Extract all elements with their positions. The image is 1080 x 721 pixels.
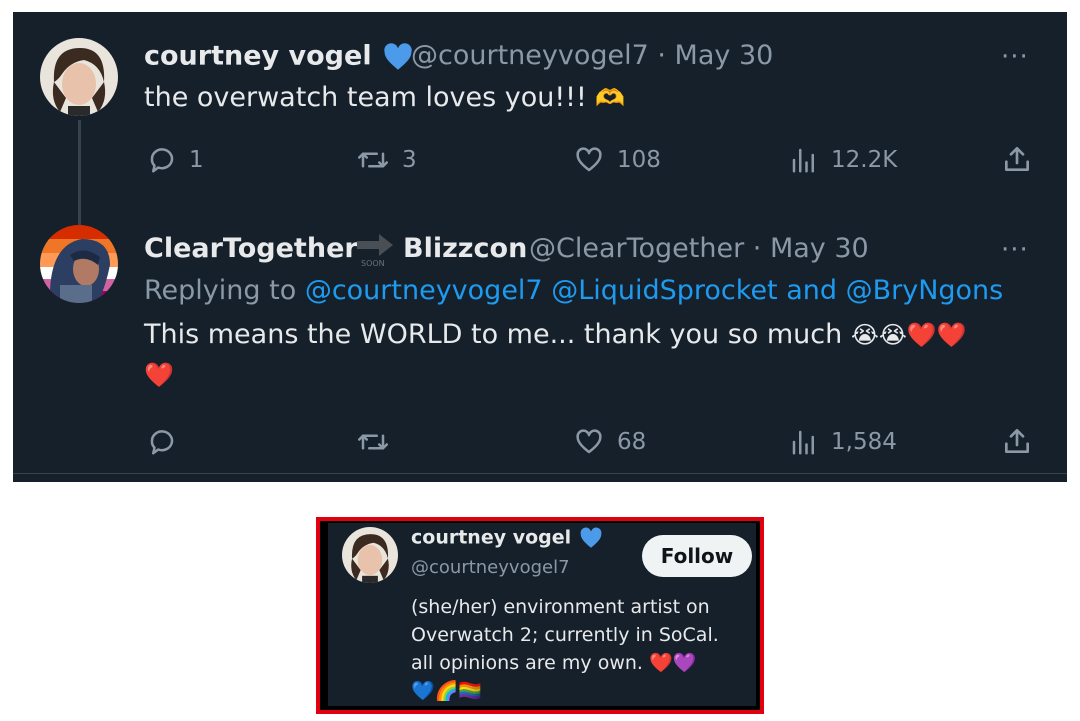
replying-prefix: Replying to xyxy=(144,275,297,306)
divider xyxy=(13,473,1067,474)
tweet-thread: courtney vogel @courtneyvogel7 · May 30 … xyxy=(13,12,1067,482)
more-icon[interactable]: ··· xyxy=(1001,235,1029,265)
reply-mentions[interactable]: @courtneyvogel7 @LiquidSprocket and @Bry… xyxy=(305,275,1003,306)
handle-text: @courtneyvogel7 xyxy=(411,40,649,71)
bio-line-text: all opinions are my own. xyxy=(411,652,643,674)
author-name-text: ClearTogether xyxy=(144,233,358,264)
retweet-button[interactable]: 3 xyxy=(356,145,417,175)
tweet-text: This means the WORLD to me... thank you … xyxy=(144,319,967,350)
verified-icon xyxy=(384,43,412,70)
views-count: 12.2K xyxy=(831,147,898,173)
profile-name[interactable]: courtney vogel xyxy=(411,525,604,551)
like-count: 68 xyxy=(617,429,647,455)
profile-handle[interactable]: @courtneyvogel7 xyxy=(411,557,570,578)
like-button[interactable]: 108 xyxy=(573,145,661,175)
share-button[interactable] xyxy=(1001,143,1033,175)
bio-line: (she/her) environment artist on xyxy=(411,596,710,618)
emoji-row: 😭😭❤️❤️ xyxy=(850,321,967,349)
tweet-1[interactable]: courtney vogel @courtneyvogel7 · May 30 … xyxy=(13,12,1067,217)
author-name[interactable]: ClearTogether xyxy=(144,233,358,264)
bio-hearts-emoji: ❤️💜 xyxy=(648,652,697,674)
reply-button[interactable] xyxy=(147,427,189,457)
avatar[interactable] xyxy=(40,225,118,303)
more-icon[interactable]: ··· xyxy=(1001,42,1029,72)
soon-arrow-badge: SOON xyxy=(355,231,395,269)
tweet-date[interactable]: · May 30 xyxy=(753,233,869,264)
author-handle[interactable]: @courtneyvogel7 · May 30 xyxy=(411,40,773,71)
like-count: 108 xyxy=(617,147,661,173)
reply-count: 1 xyxy=(189,147,204,173)
soon-label: SOON xyxy=(361,259,385,268)
reply-icon xyxy=(150,430,174,455)
bio-emoji-row: 💙🌈🏳️‍🌈 xyxy=(411,680,482,702)
profile-card: courtney vogel @courtneyvogel7 Follow (s… xyxy=(316,517,764,714)
bio-line: Overwatch 2; currently in SoCal. xyxy=(411,624,719,646)
profile-avatar[interactable] xyxy=(342,527,398,583)
bio-line-3: all opinions are my own. ❤️💜 xyxy=(411,649,741,677)
replying-to: Replying to @courtneyvogel7 @LiquidSproc… xyxy=(144,275,1003,306)
retweet-icon xyxy=(358,152,388,168)
follow-button[interactable]: Follow xyxy=(642,535,752,577)
share-button[interactable] xyxy=(1001,425,1033,457)
profile-card-inner: courtney vogel @courtneyvogel7 Follow (s… xyxy=(328,523,756,706)
retweet-icon xyxy=(358,434,388,450)
like-button[interactable]: 68 xyxy=(573,427,646,457)
tweet-text: the overwatch team loves you!!! 🫶 xyxy=(144,82,625,113)
author-name[interactable]: courtney vogel xyxy=(144,40,415,74)
author-name-text: courtney vogel xyxy=(144,40,372,72)
views-button[interactable]: 12.2K xyxy=(789,145,897,175)
author-handle[interactable]: @ClearTogether · May 30 xyxy=(529,233,869,264)
avatar[interactable] xyxy=(40,38,118,116)
handle-text: @ClearTogether xyxy=(529,233,745,264)
tweet-text-line2: ❤️ xyxy=(144,361,174,389)
profile-bio: (she/her) environment artist on Overwatc… xyxy=(411,593,741,705)
share-icon xyxy=(1005,147,1029,171)
tweet-date[interactable]: · May 30 xyxy=(657,40,773,71)
reply-icon xyxy=(150,148,174,173)
views-icon xyxy=(792,148,814,173)
reply-button[interactable]: 1 xyxy=(147,145,204,175)
profile-name-text: courtney vogel xyxy=(411,526,572,549)
verified-icon xyxy=(580,527,602,548)
heart-hands-emoji: 🫶 xyxy=(595,84,626,112)
author-name-suffix[interactable]: Blizzcon xyxy=(403,233,527,264)
views-count: 1,584 xyxy=(831,429,897,455)
name-suffix-text: Blizzcon xyxy=(403,233,528,264)
tweet-text-content: This means the WORLD to me... thank you … xyxy=(144,319,843,350)
like-icon xyxy=(576,429,602,454)
views-icon xyxy=(792,430,814,455)
like-icon xyxy=(576,147,602,172)
share-icon xyxy=(1005,429,1029,453)
tweet-text-content: the overwatch team loves you!!! xyxy=(144,82,587,113)
views-button[interactable]: 1,584 xyxy=(789,427,897,457)
retweet-count: 3 xyxy=(402,147,417,173)
tweet-2[interactable]: ClearTogether SOON Blizzcon @ClearTogeth… xyxy=(13,217,1067,482)
retweet-button[interactable] xyxy=(356,427,402,457)
